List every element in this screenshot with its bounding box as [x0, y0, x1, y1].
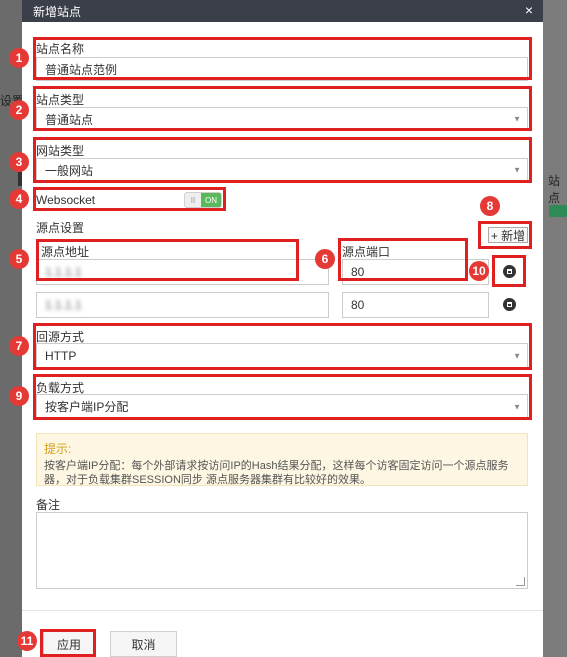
origin-address-value: 1.1.1.1 [45, 265, 82, 279]
origin-port-label: 源点端口 [342, 245, 391, 259]
cancel-button[interactable]: 取消 [110, 631, 177, 657]
marker-11: 11 [17, 631, 37, 651]
load-method-value: 按客户端IP分配 [45, 400, 129, 414]
web-type-value: 一般网站 [45, 163, 94, 178]
site-type-value: 普通站点 [45, 112, 94, 127]
marker-1: 1 [9, 48, 29, 68]
origin-address-label: 源点地址 [41, 245, 90, 259]
background-right-label: 站点 [548, 174, 561, 205]
chevron-down-icon: ▼ [513, 351, 521, 360]
back-method-value: HTTP [45, 348, 77, 363]
marker-7: 7 [9, 336, 29, 356]
site-type-select[interactable]: 普通站点 ▼ [36, 107, 528, 131]
trash-icon[interactable] [503, 265, 516, 278]
apply-button[interactable]: 应用 [43, 631, 95, 657]
origin-section-label: 源点设置 [36, 221, 85, 235]
site-name-label: 站点名称 [36, 42, 85, 56]
toggle-on-part: ON [201, 193, 221, 207]
site-name-input[interactable]: 普通站点范例 [36, 57, 528, 81]
origin-port-input-2[interactable]: 80 [342, 292, 489, 318]
dialog-titlebar: 新增站点 × [22, 0, 543, 22]
close-icon[interactable]: × [525, 2, 533, 18]
toggle-off-part: II [185, 193, 201, 207]
add-site-dialog: 新增站点 × 站点名称 普通站点范例 站点类型 普通站点 ▼ 网站类型 一般网站… [22, 0, 543, 657]
chevron-down-icon: ▼ [513, 165, 521, 175]
websocket-label: Websocket [36, 193, 96, 207]
add-origin-button[interactable]: + 新增 [488, 227, 528, 243]
marker-10: 10 [469, 261, 489, 281]
marker-4: 4 [9, 189, 29, 209]
origin-address-input-1[interactable]: 1.1.1.1 [36, 259, 329, 285]
remark-textarea[interactable] [36, 512, 528, 589]
site-type-label: 站点类型 [36, 93, 85, 107]
back-method-select[interactable]: HTTP ▼ [36, 343, 528, 368]
marker-3: 3 [9, 152, 29, 172]
chevron-down-icon: ▼ [513, 402, 521, 411]
dialog-title: 新增站点 [33, 5, 82, 19]
load-method-select[interactable]: 按客户端IP分配 ▼ [36, 394, 528, 419]
websocket-toggle[interactable]: II ON [184, 192, 222, 208]
hint-text: 按客户端IP分配：每个外部请求按访问IP的Hash结果分配，这样每个访客固定访问… [44, 460, 509, 486]
trash-icon[interactable] [503, 298, 516, 311]
origin-address-input-2[interactable]: 1.1.1.1 [36, 292, 329, 318]
background-right-panel [543, 0, 567, 657]
resize-handle-icon[interactable] [516, 577, 525, 586]
marker-8: 8 [480, 196, 500, 216]
background-status-badge [549, 205, 567, 217]
hint-title: 提示: [44, 442, 72, 456]
chevron-down-icon: ▼ [513, 114, 521, 124]
marker-9: 9 [9, 386, 29, 406]
origin-address-value: 1.1.1.1 [45, 298, 82, 312]
web-type-label: 网站类型 [36, 144, 85, 158]
marker-5: 5 [9, 249, 29, 269]
remark-label: 备注 [36, 498, 61, 512]
footer-divider [22, 610, 543, 611]
web-type-select[interactable]: 一般网站 ▼ [36, 158, 528, 182]
marker-6: 6 [315, 249, 335, 269]
hint-box: 提示: 按客户端IP分配：每个外部请求按访问IP的Hash结果分配，这样每个访客… [36, 433, 528, 486]
marker-2: 2 [9, 100, 29, 120]
origin-port-input-1[interactable]: 80 [342, 259, 489, 285]
